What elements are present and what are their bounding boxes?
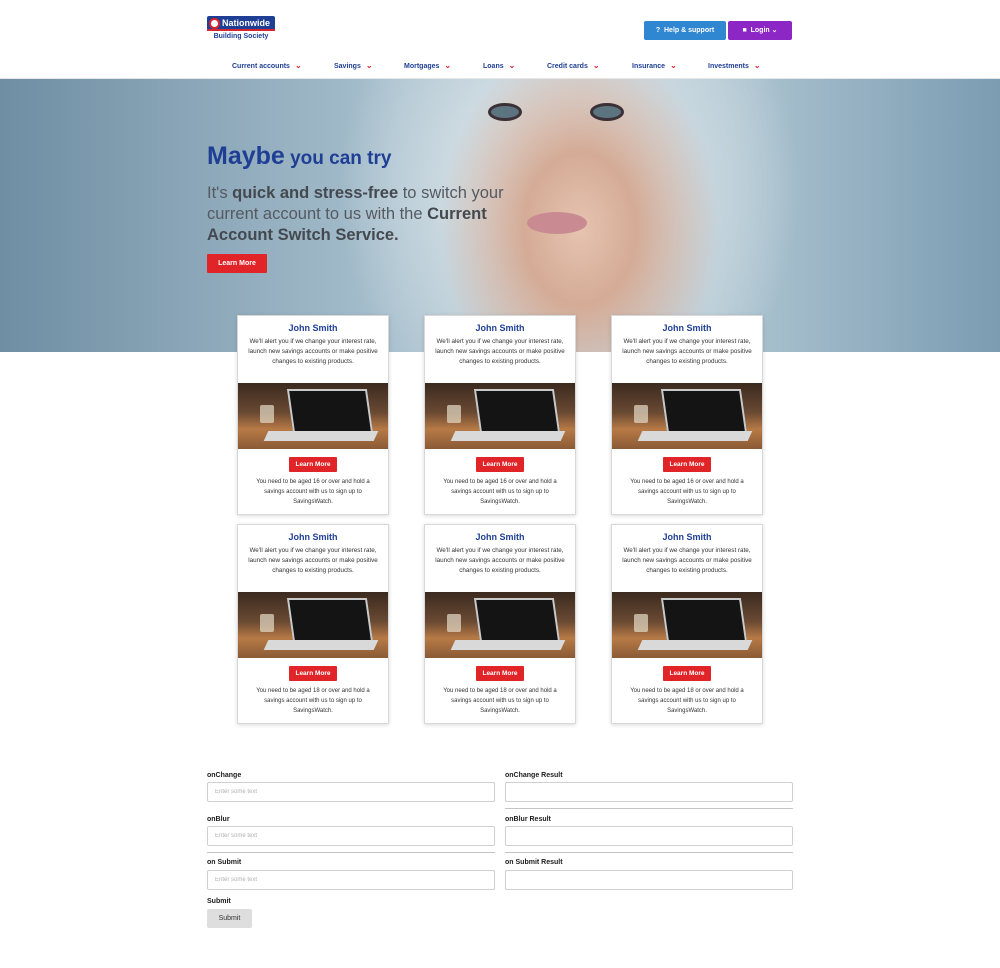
card-description: We'll alert you if we change your intere… (248, 338, 378, 365)
hero-text: It's quick and stress-free to switch you… (207, 184, 504, 244)
laptop-image (612, 383, 762, 449)
nav-item-loans[interactable]: Loans ⌄ (483, 59, 515, 74)
chevron-down-icon: ⌄ (365, 61, 373, 70)
divider (505, 808, 793, 809)
laptop-image (425, 383, 575, 449)
nav-item-investments[interactable]: Investments ⌄ (708, 59, 761, 74)
logo-bottom-text: Building Society (213, 33, 269, 40)
onsubmit-result-field[interactable] (505, 870, 793, 890)
nav-item-credit-cards[interactable]: Credit cards ⌄ (547, 59, 600, 74)
question-icon: ? (655, 27, 664, 34)
chevron-down-icon: ⌄ (753, 61, 761, 70)
onchange-result-label: onChange Result (505, 772, 563, 779)
laptop-image (425, 592, 575, 658)
chevron-down-icon: ⌄ (294, 61, 302, 70)
laptop-image (238, 592, 388, 658)
card-description: We'll alert you if we change your intere… (435, 547, 565, 574)
onsubmit-result-label: on Submit Result (505, 859, 563, 866)
chevron-down-icon: ⌄ (670, 61, 677, 70)
logo-mark-icon (209, 18, 220, 29)
card: John Smith We'll alert you if we change … (237, 524, 389, 724)
card-learn-more-button[interactable]: Learn More (289, 457, 337, 472)
card-title: John Smith (475, 532, 525, 542)
nationwide-logo[interactable]: Nationwide Building Society (207, 16, 275, 43)
onchange-label: onChange (207, 772, 242, 779)
card-title: John Smith (288, 323, 338, 333)
card-title: John Smith (662, 323, 712, 333)
onsubmit-label: on Submit (207, 859, 242, 866)
hero-photo-eye (590, 103, 624, 121)
nav-item-current-accounts[interactable]: Current accounts ⌄ (232, 59, 302, 74)
card: John Smith We'll alert you if we change … (237, 315, 389, 515)
card-description: We'll alert you if we change your intere… (622, 547, 752, 574)
submit-button[interactable]: Submit (207, 909, 252, 928)
divider (505, 852, 793, 853)
lock-icon: ■ (742, 27, 751, 34)
chevron-down-icon: ⌄ (508, 61, 516, 70)
card: John Smith We'll alert you if we change … (424, 315, 576, 515)
chevron-down-icon: ⌄ (444, 61, 452, 70)
card: John Smith We'll alert you if we change … (611, 315, 763, 515)
divider (207, 852, 495, 853)
card-note: You need to be aged 16 or over and hold … (443, 479, 557, 505)
laptop-image (238, 383, 388, 449)
card-learn-more-button[interactable]: Learn More (476, 666, 524, 681)
card-note: You need to be aged 18 or over and hold … (630, 688, 744, 714)
card-note: You need to be aged 16 or over and hold … (256, 479, 370, 505)
card-title: John Smith (475, 323, 525, 333)
main-nav: Current accounts ⌄ Savings ⌄ Mortgages ⌄ Lo… (0, 59, 1000, 75)
card-learn-more-button[interactable]: Learn More (289, 666, 337, 681)
card-title: John Smith (288, 532, 338, 542)
card-note: You need to be aged 16 or over and hold … (630, 479, 744, 505)
card-description: We'll alert you if we change your intere… (248, 547, 378, 574)
onchange-result-field[interactable] (505, 782, 793, 802)
login-button[interactable]: ■ Login ⌄ (728, 21, 792, 40)
card-learn-more-button[interactable]: Learn More (663, 457, 711, 472)
card-learn-more-button[interactable]: Learn More (663, 666, 711, 681)
onsubmit-input[interactable] (207, 870, 495, 890)
card-note: You need to be aged 18 or over and hold … (256, 688, 370, 714)
onblur-result-label: onBlur Result (505, 816, 551, 823)
onchange-input[interactable] (207, 782, 495, 802)
onblur-label: onBlur (207, 816, 230, 823)
chevron-down-icon: ⌄ (769, 27, 778, 34)
card-learn-more-button[interactable]: Learn More (476, 457, 524, 472)
nav-item-savings[interactable]: Savings ⌄ (334, 59, 373, 74)
nav-item-mortgages[interactable]: Mortgages ⌄ (404, 59, 451, 74)
hero-photo-eye (488, 103, 522, 121)
logo-top-text: Nationwide (222, 18, 271, 28)
hero-title: Maybe you can try (207, 142, 392, 170)
submit-heading: Submit (207, 898, 231, 905)
hero-learn-more-button[interactable]: Learn More (207, 254, 267, 273)
card: John Smith We'll alert you if we change … (611, 524, 763, 724)
card-note: You need to be aged 18 or over and hold … (443, 688, 557, 714)
chevron-down-icon: ⌄ (592, 61, 600, 70)
card-description: We'll alert you if we change your intere… (435, 338, 565, 365)
help-support-button[interactable]: ? Help & support (644, 21, 726, 40)
onblur-result-field[interactable] (505, 826, 793, 846)
site-header: Nationwide Building Society ? Help & sup… (0, 0, 1000, 79)
onblur-input[interactable] (207, 826, 495, 846)
card-title: John Smith (662, 532, 712, 542)
card: John Smith We'll alert you if we change … (424, 524, 576, 724)
laptop-image (612, 592, 762, 658)
hero-photo-lips (527, 212, 587, 234)
card-description: We'll alert you if we change your intere… (622, 338, 752, 365)
nav-item-insurance[interactable]: Insurance ⌄ (632, 59, 677, 74)
